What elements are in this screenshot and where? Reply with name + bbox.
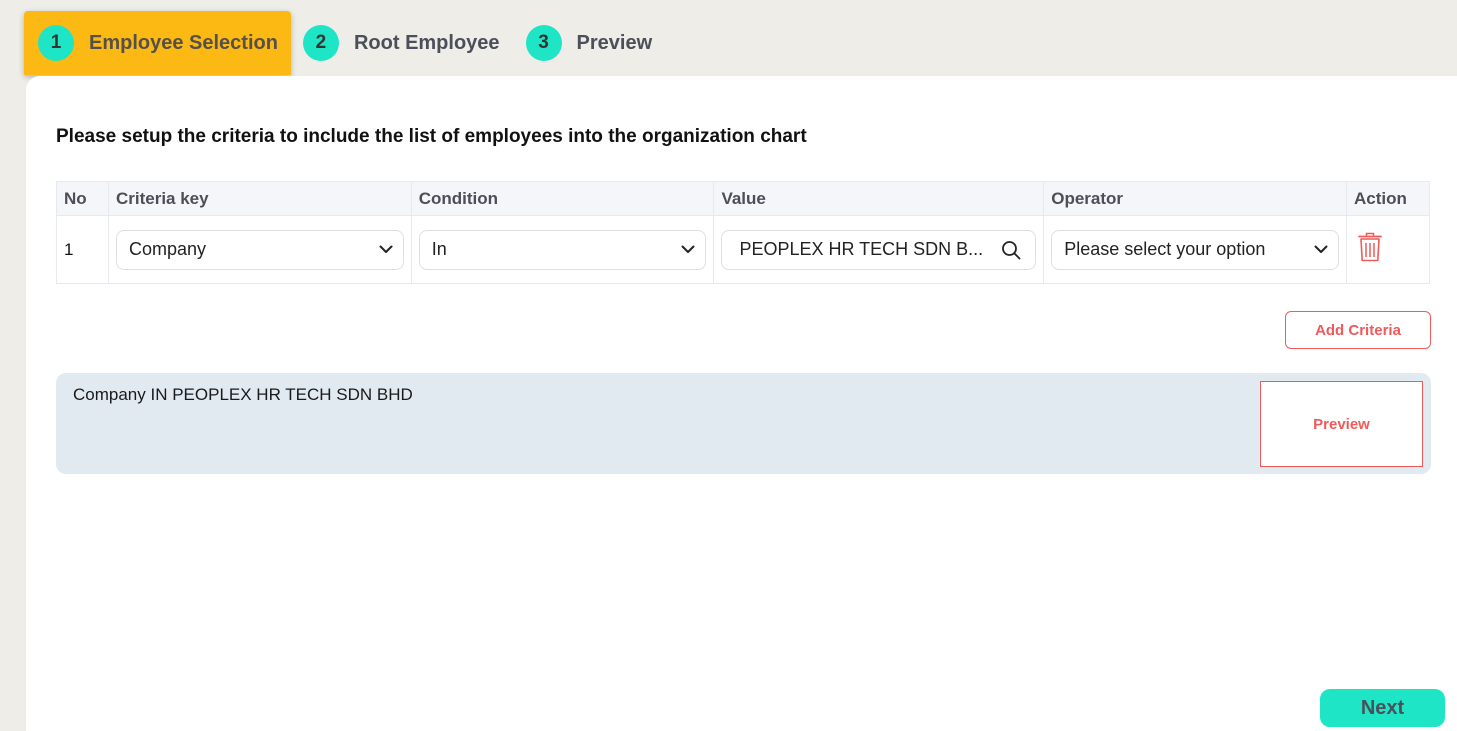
- add-criteria-button[interactable]: Add Criteria: [1285, 311, 1431, 349]
- step-label: Employee Selection: [89, 31, 278, 54]
- main-card: Please setup the criteria to include the…: [26, 76, 1457, 731]
- search-icon[interactable]: [1001, 240, 1021, 260]
- condition-cell: In: [410, 215, 715, 284]
- chevron-down-icon: [681, 245, 695, 254]
- condition-select[interactable]: In: [418, 229, 707, 270]
- step-number: 3: [525, 25, 562, 61]
- row-number: 1: [56, 215, 109, 284]
- value-search-input[interactable]: PEOPLEX HR TECH SDN B...: [721, 229, 1037, 270]
- criteria-key-value: Company: [128, 239, 207, 259]
- next-button[interactable]: Next: [1320, 689, 1445, 727]
- column-header-operator: Operator: [1043, 181, 1347, 216]
- step-preview[interactable]: 3 Preview: [512, 10, 665, 76]
- column-header-no: No: [56, 181, 109, 216]
- step-number: 1: [38, 25, 74, 61]
- trash-icon[interactable]: [1358, 232, 1382, 262]
- table-header-row: No Criteria key Condition Value Operator…: [56, 181, 1431, 216]
- table-row: 1 Company In PEOPLEX HR TECH SDN B... Pl…: [56, 215, 1431, 284]
- criteria-table: No Criteria key Condition Value Operator…: [56, 181, 1431, 284]
- criteria-summary-panel: Company IN PEOPLEX HR TECH SDN BHD Previ…: [56, 373, 1431, 474]
- step-root-employee[interactable]: 2 Root Employee: [291, 10, 512, 76]
- column-header-action: Action: [1345, 181, 1431, 216]
- step-label: Root Employee: [353, 31, 500, 54]
- step-number: 2: [302, 25, 339, 61]
- action-cell: [1345, 215, 1431, 284]
- page-heading: Please setup the criteria to include the…: [56, 126, 807, 147]
- step-employee-selection[interactable]: 1 Employee Selection: [24, 11, 291, 75]
- step-label: Preview: [576, 31, 653, 54]
- stepper: 1 Employee Selection 2 Root Employee 3 P…: [24, 10, 664, 76]
- criteria-summary-text: Company IN PEOPLEX HR TECH SDN BHD: [73, 385, 413, 404]
- column-header-criteria-key: Criteria key: [107, 181, 412, 216]
- value-text: PEOPLEX HR TECH SDN B...: [739, 239, 984, 259]
- chevron-down-icon: [1314, 245, 1328, 254]
- column-header-value: Value: [713, 181, 1045, 216]
- value-cell: PEOPLEX HR TECH SDN B...: [713, 215, 1045, 284]
- preview-button[interactable]: Preview: [1260, 381, 1423, 467]
- operator-cell: Please select your option: [1043, 215, 1347, 284]
- criteria-key-cell: Company: [107, 215, 412, 284]
- condition-value: In: [431, 239, 447, 259]
- column-header-condition: Condition: [410, 181, 715, 216]
- chevron-down-icon: [379, 245, 393, 254]
- operator-value: Please select your option: [1064, 239, 1266, 259]
- criteria-key-select[interactable]: Company: [115, 229, 404, 270]
- operator-select[interactable]: Please select your option: [1051, 229, 1339, 270]
